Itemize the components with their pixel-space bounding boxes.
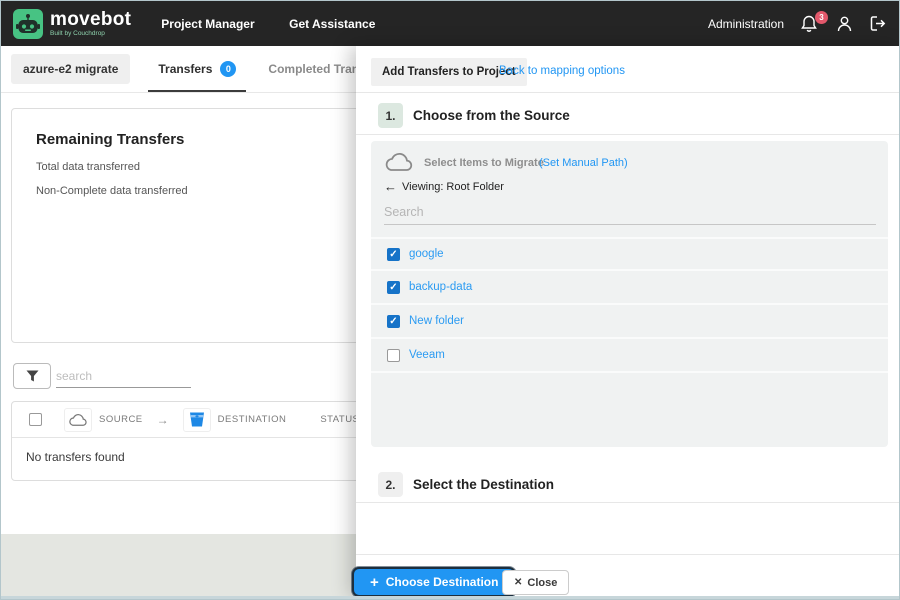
step-1-badge: 1. [378,103,403,128]
panel-divider-2 [356,134,899,135]
nav-get-assistance[interactable]: Get Assistance [289,17,375,31]
source-connector-box [64,407,92,432]
panel-divider-4 [356,554,899,555]
project-name-chip[interactable]: azure-e2 migrate [11,54,131,84]
list-item-backup-data[interactable]: backup-data [371,271,888,305]
step-2-title: Select the Destination [413,477,555,492]
brand-home-link[interactable]: movebot Built by Couchdrop [13,8,132,39]
select-items-label: Select Items to Migrate [424,157,544,169]
brand-name: movebot [50,9,132,30]
logout-button[interactable] [869,15,887,32]
step-2-badge: 2. [378,472,403,497]
remaining-transfers-card: Remaining Transfers Total data transferr… [11,108,369,343]
logout-icon [870,16,886,31]
funnel-icon [26,370,38,382]
source-to-destination-arrow-icon: → [156,412,169,427]
close-label: Close [527,576,558,589]
backup-data-label[interactable]: backup-data [409,281,472,293]
source-cloud-icon [385,153,413,171]
card-title: Remaining Transfers [36,131,185,148]
tab-transfers[interactable]: Transfers 0 [148,46,247,92]
back-to-mapping-link[interactable]: Back to mapping options [499,65,625,77]
transfers-search-input[interactable] [56,364,191,388]
new-folder-checkbox[interactable] [387,314,400,328]
select-all-checkbox[interactable] [29,413,42,426]
user-icon [837,16,852,31]
user-account-button[interactable] [836,15,853,33]
filter-button[interactable] [13,363,51,389]
veeam-checkbox[interactable] [387,348,400,362]
brand-subtitle: Built by Couchdrop [50,30,105,37]
transfers-table: SOURCE → DESTINATION STATUS No transfers… [11,401,369,481]
new-folder-label[interactable]: New folder [409,315,464,327]
destination-connector-box [182,407,211,432]
cloud-icon [69,413,87,426]
transfers-count-badge: 0 [220,61,237,77]
destination-header: DESTINATION [217,414,287,425]
backup-data-checkbox[interactable] [387,280,400,294]
close-button[interactable]: ✕ Close [502,570,570,595]
app-root: movebot Built by Couchdrop Project Manag… [0,0,900,600]
source-item-list: google backup-data New folder Veeam [371,237,888,373]
nav-project-manager[interactable]: Project Manager [161,17,254,31]
google-checkbox[interactable] [387,247,400,261]
status-header: STATUS [320,414,360,425]
total-data-transferred-label: Total data transferred [36,161,140,173]
source-browser: Select Items to Migrate (Set Manual Path… [371,141,888,447]
viewing-label: Viewing: Root Folder [402,180,504,193]
table-header-row: SOURCE → DESTINATION STATUS [12,402,368,438]
list-item-new-folder[interactable]: New folder [371,305,888,339]
choose-destination-label: Choose Destination [385,575,499,589]
list-item-veeam[interactable]: Veeam [371,339,888,373]
google-label[interactable]: google [409,248,444,260]
viewing-breadcrumb[interactable]: ← Viewing: Root Folder [384,179,504,194]
close-icon: ✕ [514,577,523,588]
empty-table-message: No transfers found [26,450,125,464]
nav-administration[interactable]: Administration [708,17,784,31]
source-header: SOURCE [99,414,143,425]
notifications-button[interactable]: 3 [800,10,828,34]
panel-divider-1 [356,92,899,93]
bucket-icon [189,412,204,427]
back-arrow-icon[interactable]: ← [384,179,397,194]
plus-icon: + [370,573,379,591]
source-items-search-input[interactable] [384,199,876,225]
notification-badge: 3 [815,10,828,24]
tab-transfers-label: Transfers [158,62,213,76]
movebot-logo-icon [13,8,43,39]
noncomplete-data-transferred-label: Non-Complete data transferred [36,185,188,197]
top-navbar: movebot Built by Couchdrop Project Manag… [1,1,899,46]
add-transfers-panel: Add Transfers to Project Back to mapping… [352,46,899,597]
list-item-google[interactable]: google [371,237,888,271]
set-manual-path-link[interactable]: (Set Manual Path) [539,157,628,169]
choose-destination-button[interactable]: + Choose Destination [352,567,517,597]
main-nav: Project Manager Get Assistance [131,15,375,33]
veeam-label[interactable]: Veeam [409,349,445,361]
panel-divider-3 [356,502,899,503]
navbar-right: Administration 3 [708,1,887,46]
bottom-edge-strip [1,596,899,599]
step-1-title: Choose from the Source [413,108,570,123]
